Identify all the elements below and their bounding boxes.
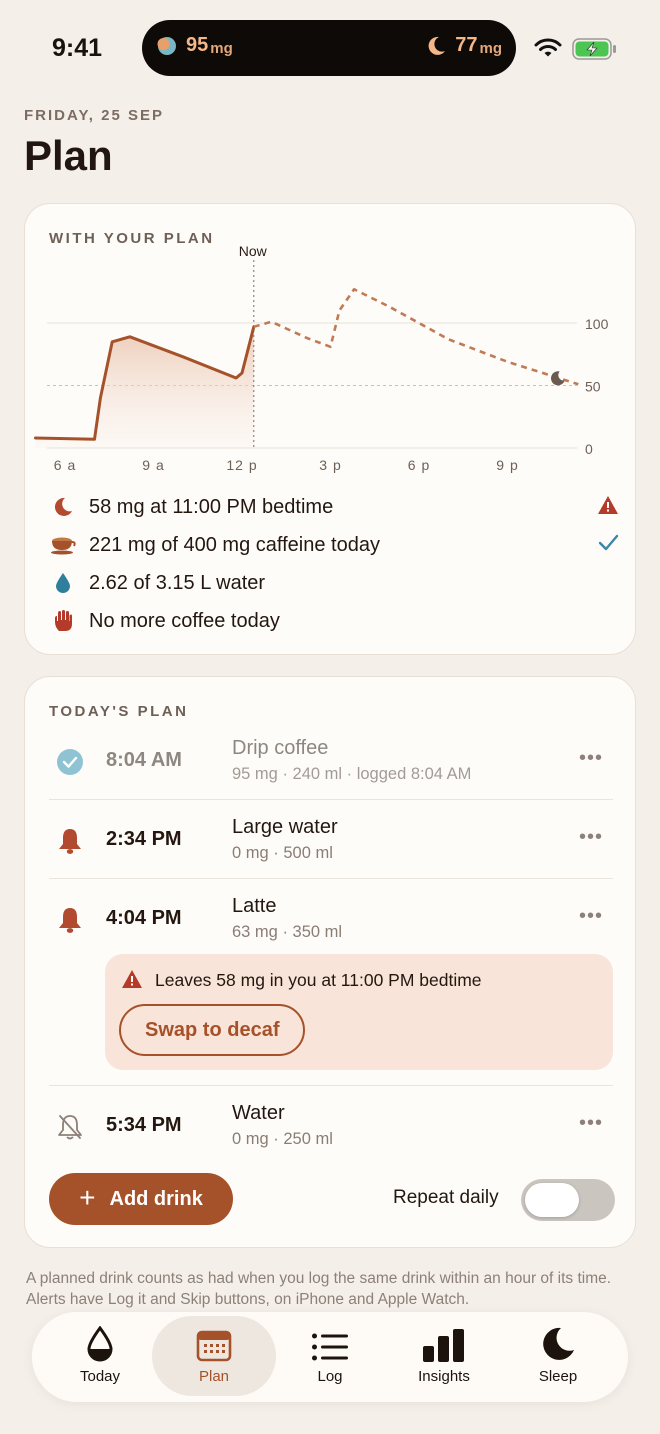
plan-item-detail: 0 mg · 250 ml [232, 1130, 333, 1148]
warning-text: Leaves 58 mg in you at 11:00 PM bedtime [155, 970, 482, 990]
y-tick-label: 100 [585, 316, 609, 332]
checkmark-icon [598, 534, 619, 550]
plan-item-name: Water [232, 1102, 285, 1124]
bar-chart-icon [423, 1329, 464, 1362]
x-tick-label: 9 a [142, 457, 164, 473]
tab-label: Sleep [538, 1368, 578, 1385]
repeat-daily-toggle[interactable] [521, 1179, 615, 1221]
swap-to-decaf-button[interactable]: Swap to decaf [119, 1004, 306, 1056]
warning-triangle-icon [598, 495, 618, 514]
y-tick-label: 0 [585, 441, 593, 457]
footnote: A planned drink counts as had when you l… [26, 1270, 612, 1308]
summary-coffee-limit-text: No more coffee today [89, 609, 280, 632]
todays-plan-card: TODAY'S PLAN 8:04 AM Drip coffee 95 mg ·… [24, 676, 636, 1248]
status-bar: 9:41 95 mg 77 mg [0, 0, 660, 100]
calendar-icon [196, 1330, 232, 1362]
x-tick-label: 3 p [319, 457, 341, 473]
x-tick-label: 12 p [226, 457, 257, 473]
tab-bar: Today Plan Log Insights Sleep [32, 1312, 628, 1402]
summary-water-text: 2.62 of 3.15 L water [89, 571, 266, 594]
plan-item-detail: 0 mg · 500 ml [232, 844, 333, 862]
island-caffeine-unit: mg [210, 39, 233, 57]
caffeine-forecast-chart: 100 50 0 6 a 9 a 12 p 3 p 6 p 9 p Now [34, 243, 609, 473]
card-label: TODAY'S PLAN [49, 703, 189, 720]
wifi-icon [534, 38, 562, 57]
plan-item-time: 5:34 PM [106, 1114, 182, 1136]
x-tick-label: 6 a [54, 457, 76, 473]
water-drop-icon [56, 573, 70, 593]
plan-forecast-card: WITH YOUR PLAN 100 50 0 6 a9 a 12 p3 p6 p9 p… [24, 203, 636, 655]
stop-hand-icon [55, 610, 72, 631]
island-bedtime-unit: mg [479, 39, 503, 57]
plan-item[interactable]: 4:04 PM Latte 63 mg · 350 ml ••• [49, 879, 613, 957]
dynamic-island[interactable]: 95 mg 77 mg [142, 20, 516, 76]
more-options-icon[interactable]: ••• [579, 1112, 603, 1135]
summary-water: 2.62 of 3.15 L water [49, 568, 619, 598]
y-tick-label: 50 [585, 379, 601, 395]
tab-sleep[interactable]: Sleep [496, 1316, 620, 1396]
add-drink-button[interactable]: + Add drink [49, 1173, 233, 1225]
summary-bedtime-text: 58 mg at 11:00 PM bedtime [89, 495, 334, 518]
bedtime-warning: Leaves 58 mg in you at 11:00 PM bedtime … [105, 954, 613, 1070]
tab-log[interactable]: Log [268, 1316, 392, 1396]
drop-icon [87, 1326, 113, 1362]
plus-icon: + [79, 1181, 96, 1213]
bell-icon [59, 829, 81, 854]
tab-label: Log [317, 1368, 343, 1385]
page-title: Plan [24, 132, 113, 179]
plan-item[interactable]: 5:34 PM Water 0 mg · 250 ml ••• [49, 1086, 613, 1164]
more-options-icon[interactable]: ••• [579, 905, 603, 928]
x-tick-label: 9 p [496, 457, 518, 473]
caffeine-orb-icon [157, 36, 176, 55]
x-tick-label: 6 p [408, 457, 430, 473]
add-drink-label: Add drink [109, 1187, 203, 1210]
bedtime-moon-marker [551, 371, 565, 386]
battery-charging-icon [572, 38, 616, 60]
coffee-cup-icon [51, 537, 76, 555]
plan-item-name: Drip coffee [232, 737, 329, 759]
plan-item-name: Latte [232, 895, 277, 917]
list-icon [312, 1333, 348, 1361]
summary-caffeine-text: 221 mg of 400 mg caffeine today [89, 533, 380, 556]
summary-caffeine: 221 mg of 400 mg caffeine today [49, 530, 619, 560]
plan-item-detail: 95 mg · 240 ml · logged 8:04 AM [232, 765, 472, 783]
more-options-icon[interactable]: ••• [579, 747, 603, 770]
tab-today[interactable]: Today [38, 1316, 162, 1396]
island-caffeine-value: 95 [186, 34, 209, 56]
plan-item-time: 8:04 AM [106, 749, 182, 771]
plan-item-detail: 63 mg · 350 ml [232, 923, 343, 941]
plan-item-time: 2:34 PM [106, 828, 182, 850]
bell-slash-icon [58, 1115, 82, 1140]
tab-insights[interactable]: Insights [382, 1316, 506, 1396]
status-time: 9:41 [52, 34, 103, 62]
plan-item[interactable]: 2:34 PM Large water 0 mg · 500 ml ••• [49, 800, 613, 878]
actual-area [35, 326, 254, 448]
plan-item-name: Large water [232, 816, 338, 838]
repeat-daily-label: Repeat daily [393, 1187, 499, 1208]
header-date: FRIDAY, 25 SEP [24, 107, 164, 124]
warning-triangle-icon [122, 970, 142, 988]
moon-icon [428, 36, 446, 55]
toggle-knob [525, 1183, 579, 1217]
logged-check-icon [57, 749, 83, 775]
more-options-icon[interactable]: ••• [579, 826, 603, 849]
now-label: Now [239, 243, 268, 259]
moon-icon [54, 497, 72, 516]
bell-icon [59, 908, 81, 933]
tab-label: Today [79, 1368, 121, 1385]
island-bedtime-value: 77 [455, 34, 478, 56]
moon-icon [543, 1327, 574, 1360]
tab-label: Plan [198, 1368, 230, 1385]
tab-label: Insights [418, 1368, 470, 1385]
plan-item[interactable]: 8:04 AM Drip coffee 95 mg · 240 ml · log… [49, 721, 613, 799]
summary-bedtime: 58 mg at 11:00 PM bedtime [49, 492, 619, 522]
planned-caffeine-line [253, 288, 579, 386]
summary-coffee-limit: No more coffee today [49, 606, 619, 636]
tab-plan[interactable]: Plan [152, 1316, 276, 1396]
plan-item-time: 4:04 PM [106, 907, 182, 929]
